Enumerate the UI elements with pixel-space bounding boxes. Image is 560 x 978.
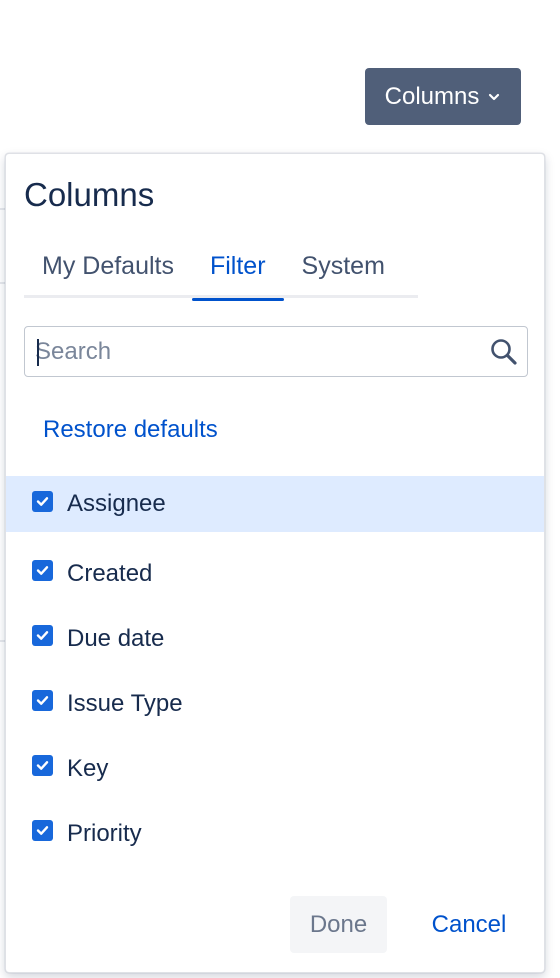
checkbox-checked[interactable]	[32, 490, 53, 512]
item-label: Priority	[67, 819, 142, 847]
checkbox-checked[interactable]	[32, 755, 53, 776]
checkmark-icon	[36, 826, 49, 835]
text-cursor	[37, 339, 39, 366]
list-item-issue-type[interactable]: Issue Type	[6, 671, 544, 736]
checkmark-icon	[36, 761, 49, 770]
column-tabs: My Defaults Filter System	[24, 246, 418, 301]
columns-button-label: Columns	[384, 82, 480, 110]
item-label: Issue Type	[67, 689, 183, 717]
columns-dropdown-button[interactable]: Columns	[365, 68, 521, 125]
checkmark-icon	[36, 566, 49, 575]
list-item-key[interactable]: Key	[6, 736, 544, 801]
list-item-priority[interactable]: Priority	[6, 801, 544, 866]
checkmark-icon	[36, 496, 49, 506]
list-item-due-date[interactable]: Due date	[6, 606, 544, 671]
search-input[interactable]	[35, 327, 485, 376]
list-item-created[interactable]: Created	[6, 541, 544, 606]
done-button[interactable]: Done	[290, 896, 387, 953]
checkbox-checked[interactable]	[32, 560, 53, 581]
checkmark-icon	[36, 696, 49, 705]
dropdown-title: Columns	[24, 176, 155, 213]
columns-dropdown-panel: Columns My Defaults Filter System Restor…	[5, 153, 545, 973]
item-label: Created	[67, 559, 153, 587]
page: Columns Columns My Defaults Filter Syste…	[0, 0, 560, 978]
column-list: Assignee Created Due date Issue Type Key…	[6, 476, 544, 866]
checkbox-checked[interactable]	[32, 625, 53, 646]
item-label: Key	[67, 754, 109, 782]
checkbox-checked[interactable]	[32, 820, 53, 841]
tab-my-defaults[interactable]: My Defaults	[24, 246, 192, 298]
search-icon[interactable]	[489, 337, 519, 367]
chevron-down-icon	[489, 93, 500, 100]
item-label: Due date	[67, 624, 165, 652]
checkmark-icon	[36, 631, 49, 640]
search-field[interactable]	[24, 326, 528, 377]
item-label: Assignee	[67, 490, 166, 517]
checkbox-checked[interactable]	[32, 690, 53, 711]
tab-filter[interactable]: Filter	[191, 246, 284, 301]
restore-defaults-link[interactable]: Restore defaults	[43, 416, 218, 444]
tab-system[interactable]: System	[284, 246, 403, 298]
cancel-button[interactable]: Cancel	[414, 896, 524, 953]
list-item-assignee[interactable]: Assignee	[6, 476, 544, 532]
